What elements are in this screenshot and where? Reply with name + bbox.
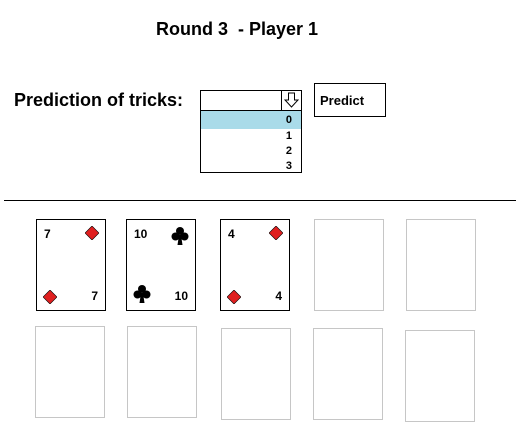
card-rank-bottom: 4 [275, 289, 282, 303]
predict-button[interactable]: Predict [314, 83, 386, 117]
dropdown-options-list: 0 1 2 3 [200, 111, 302, 173]
empty-card-slot [35, 326, 105, 418]
hand-card-2[interactable]: 10 10 [126, 219, 196, 311]
card-rank-bottom: 7 [91, 289, 98, 303]
club-suit-icon [171, 227, 189, 245]
section-divider [4, 200, 516, 201]
diamond-suit-icon [227, 290, 241, 304]
club-suit-icon [133, 285, 151, 303]
hand-card-1[interactable]: 7 7 [36, 219, 106, 311]
empty-card-slot [405, 330, 475, 422]
card-rank-top: 7 [44, 227, 51, 241]
diamond-suit-icon [269, 226, 283, 240]
arrow-down-icon [284, 92, 299, 108]
card-rank-bottom: 10 [174, 289, 188, 303]
prediction-label: Prediction of tricks: [14, 90, 184, 110]
hand-card-3[interactable]: 4 4 [220, 219, 290, 311]
empty-card-slot [406, 219, 476, 311]
card-rank-top: 4 [228, 227, 235, 241]
dropdown-arrow-button[interactable] [281, 91, 301, 110]
dropdown-option-3[interactable]: 3 [201, 159, 301, 174]
empty-card-slot [221, 328, 291, 420]
dropdown-option-1[interactable]: 1 [201, 129, 301, 144]
card-rank-top: 10 [134, 227, 148, 241]
empty-card-slot [314, 219, 384, 311]
empty-card-slot [313, 328, 383, 420]
dropdown-option-2[interactable]: 2 [201, 144, 301, 159]
empty-card-slot [127, 326, 197, 418]
diamond-suit-icon [85, 226, 99, 240]
dropdown-option-0[interactable]: 0 [201, 111, 301, 129]
tricks-dropdown[interactable] [200, 90, 302, 111]
diamond-suit-icon [43, 290, 57, 304]
round-title: Round 3 - Player 1 [155, 19, 319, 39]
